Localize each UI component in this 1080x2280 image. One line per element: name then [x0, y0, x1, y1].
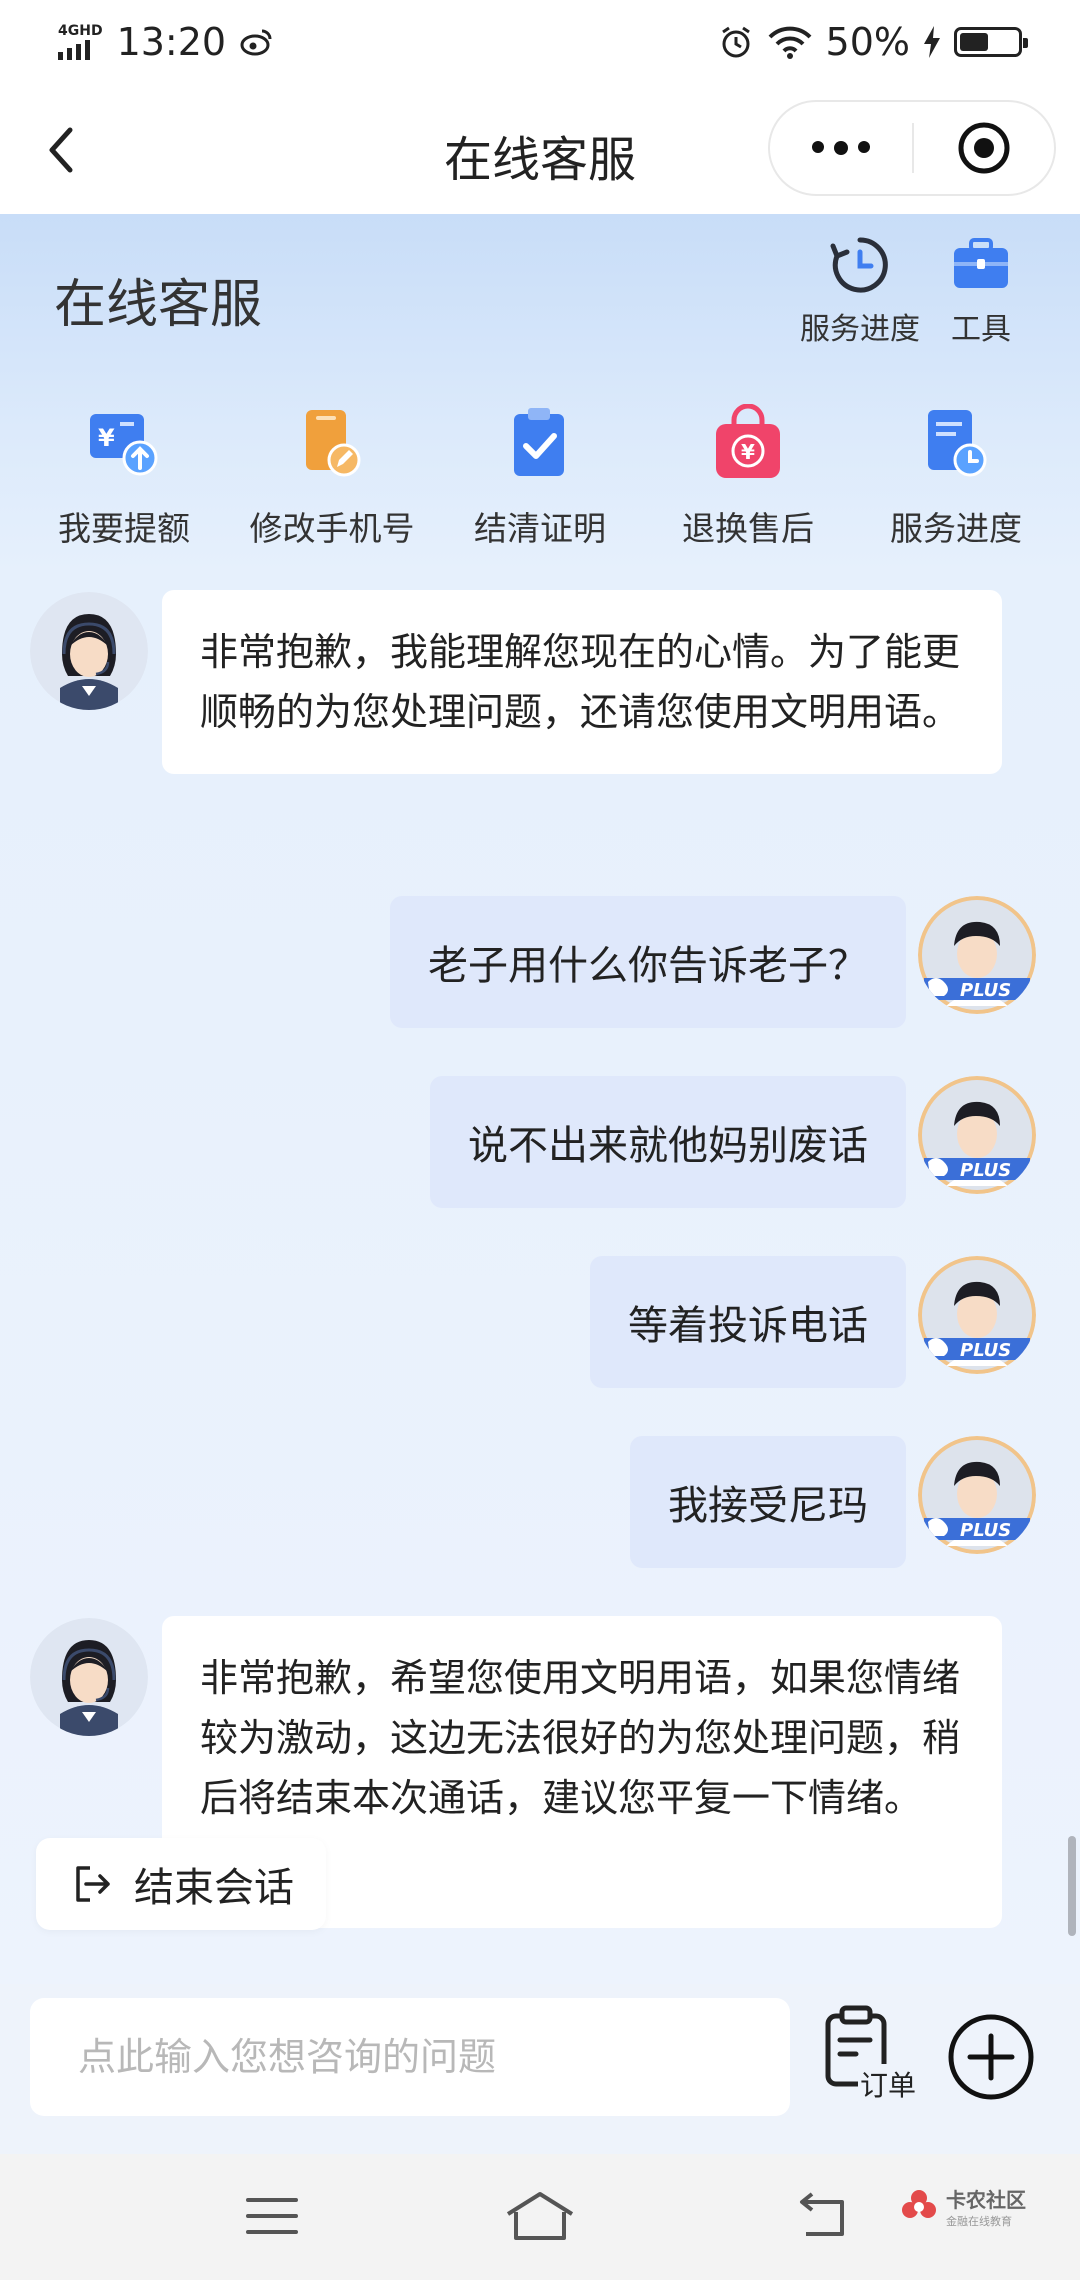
service-progress-button[interactable]: 服务进度	[800, 234, 920, 348]
order-button[interactable]: 订单	[822, 2004, 922, 2114]
close-target-icon[interactable]	[914, 120, 1054, 176]
shortcut-after-sales[interactable]: ¥ 退换售后	[653, 404, 843, 550]
user-message: 老子用什么你告诉老子？	[390, 896, 906, 1028]
service-header: 在线客服 服务进度 工具 ¥ 我要提额 修改手机号 结清证明 ¥ 退换售后 服务…	[0, 214, 1080, 574]
phone-edit-icon	[306, 410, 361, 477]
toolbox-icon	[954, 238, 1008, 288]
user-message: 等着投诉电话	[590, 1256, 906, 1388]
svg-text:PLUS: PLUS	[960, 1340, 1011, 1361]
battery-percent: 50%	[825, 20, 910, 64]
weibo-icon	[240, 29, 272, 56]
svg-text:PLUS: PLUS	[960, 1160, 1011, 1181]
svg-text:PLUS: PLUS	[960, 1520, 1011, 1541]
user-message: 我接受尼玛	[630, 1436, 906, 1568]
shortcut-service-progress[interactable]: 服务进度	[861, 404, 1051, 550]
shortcut-row: ¥ 我要提额 修改手机号 结清证明 ¥ 退换售后 服务进度	[0, 404, 1080, 550]
shortcut-raise-limit[interactable]: ¥ 我要提额	[29, 404, 219, 550]
svg-text:¥: ¥	[98, 424, 115, 452]
end-session-button[interactable]: 结束会话	[36, 1838, 326, 1930]
user-avatar: PLUS	[918, 1256, 1036, 1374]
battery-icon	[954, 27, 1028, 57]
question-input[interactable]	[30, 1998, 790, 2116]
user-avatar: PLUS	[918, 896, 1036, 1014]
shopping-bag-icon: ¥	[716, 404, 780, 478]
agent-avatar	[30, 592, 148, 710]
exit-icon	[76, 1866, 110, 1902]
status-bar: 4GHD 13:20 50%	[0, 0, 1080, 84]
agent-avatar	[30, 1618, 148, 1736]
chat-area[interactable]: 非常抱歉，我能理解您现在的心情。为了能更顺畅的为您处理问题，还请您使用文明用语。…	[0, 574, 1080, 1984]
signal-icon: 4GHD	[58, 24, 103, 60]
status-time: 13:20	[116, 20, 227, 64]
user-avatar: PLUS	[918, 1076, 1036, 1194]
doc-clock-icon	[928, 410, 987, 477]
flower-logo-icon	[902, 2189, 936, 2218]
page-title: 在线客服	[54, 275, 263, 335]
back-nav-icon[interactable]	[796, 2188, 852, 2244]
clipboard-check-icon	[514, 408, 564, 476]
more-icon[interactable]	[770, 141, 912, 155]
shortcut-change-phone[interactable]: 修改手机号	[237, 404, 427, 550]
shortcut-settlement-proof[interactable]: 结清证明	[445, 404, 635, 550]
tools-button[interactable]: 工具	[950, 234, 1012, 348]
user-avatar: PLUS	[918, 1436, 1036, 1554]
clock-icon	[830, 237, 888, 293]
alarm-icon	[721, 26, 750, 58]
input-bar: 订单	[0, 1984, 1080, 2154]
scrollbar-thumb[interactable]	[1068, 1836, 1076, 1936]
nav-bar: 在线客服	[0, 84, 1080, 214]
svg-text:¥: ¥	[741, 440, 755, 464]
wallet-up-icon: ¥	[90, 414, 158, 476]
svg-text:PLUS: PLUS	[960, 980, 1011, 1001]
watermark-logo: 卡农社区 金融在线教育	[900, 2184, 1026, 2229]
charging-icon	[924, 26, 940, 58]
user-message: 说不出来就他妈别废话	[430, 1076, 906, 1208]
menu-icon[interactable]	[244, 2188, 300, 2244]
mini-program-capsule	[768, 100, 1056, 196]
add-plus-icon[interactable]	[946, 2012, 1036, 2102]
home-icon[interactable]	[504, 2188, 576, 2244]
agent-message: 非常抱歉，我能理解您现在的心情。为了能更顺畅的为您处理问题，还请您使用文明用语。	[162, 590, 1002, 774]
wifi-icon	[768, 26, 811, 59]
